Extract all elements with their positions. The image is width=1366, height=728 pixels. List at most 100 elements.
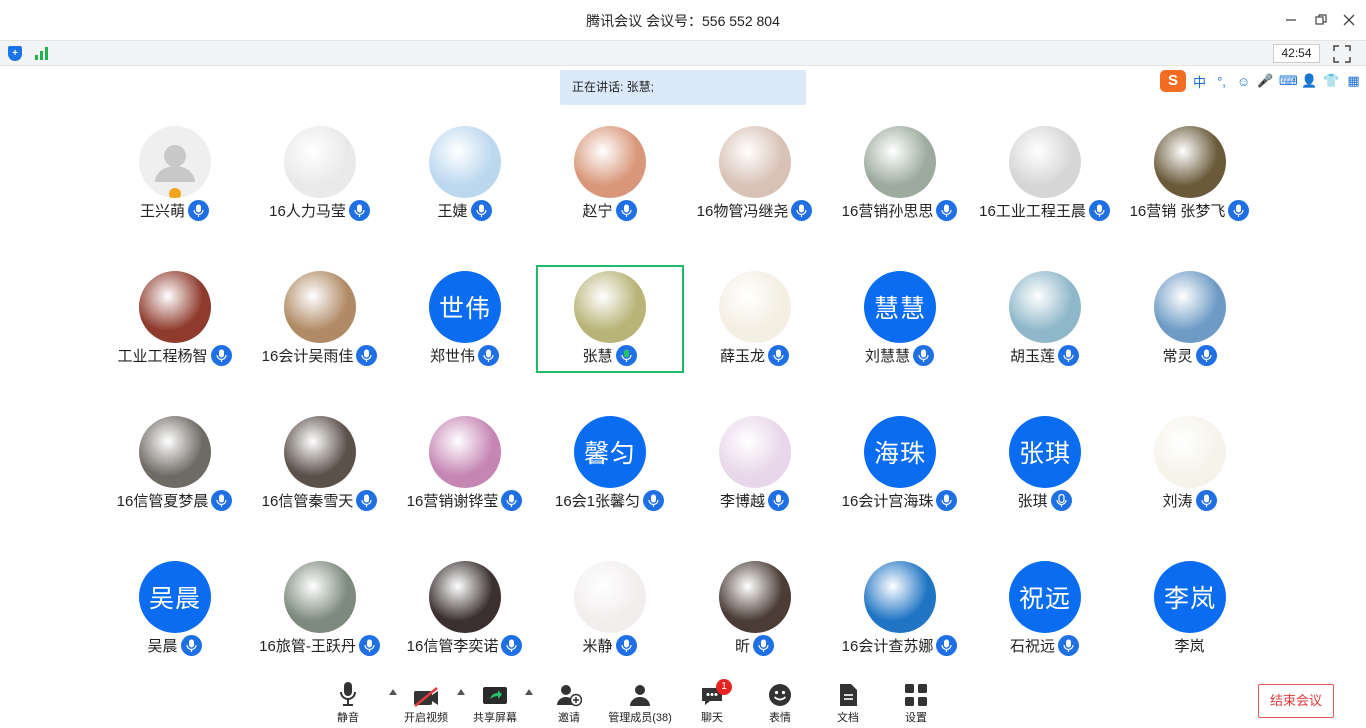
participant-tile[interactable]: 16信管夏梦晨 xyxy=(102,410,247,518)
share-options-caret-icon[interactable] xyxy=(525,689,533,695)
members-icon xyxy=(600,681,680,707)
participant-tile[interactable]: 李岚 李岚 xyxy=(1117,555,1262,663)
window-title: 腾讯会议 会议号：556 552 804 xyxy=(586,13,780,29)
share-screen-label: 共享屏幕 xyxy=(473,712,517,724)
minimize-icon[interactable] xyxy=(1281,10,1301,30)
participant-tile[interactable]: 16营销孙思思 xyxy=(827,120,972,228)
participant-tile[interactable]: 16物管冯继尧 xyxy=(682,120,827,228)
ime-user-icon[interactable]: 👤 xyxy=(1301,73,1318,89)
participant-tile[interactable]: 赵宁 xyxy=(537,120,682,228)
info-bar: + 42:54 xyxy=(0,40,1366,66)
meeting-toolbar: 静音 开启视频 共享屏幕 邀请 管理成员(38) 1 聊天 表情 文档 设置 xyxy=(0,673,1366,728)
participant-tile[interactable]: 米静 xyxy=(537,555,682,663)
network-signal-icon[interactable] xyxy=(35,47,51,60)
participant-name-line: 李博越 xyxy=(682,490,827,511)
participant-name: 16工业工程王晨 xyxy=(979,203,1086,220)
participant-tile[interactable]: 李博越 xyxy=(682,410,827,518)
manage-members-button[interactable]: 管理成员(38) xyxy=(600,681,680,725)
microphone-status-icon xyxy=(1195,345,1217,366)
title-bar: 腾讯会议 会议号：556 552 804 xyxy=(0,0,1366,40)
avatar xyxy=(284,561,356,633)
participant-name: 米静 xyxy=(582,638,613,655)
settings-label: 设置 xyxy=(905,712,927,724)
ime-voice-icon[interactable]: 🎤 xyxy=(1257,73,1274,89)
invite-button[interactable]: 邀请 xyxy=(534,681,604,725)
ime-skin-icon[interactable]: 👕 xyxy=(1323,73,1340,89)
ime-emoji-icon[interactable]: ☺ xyxy=(1235,74,1252,89)
participant-tile[interactable]: 昕 xyxy=(682,555,827,663)
avatar xyxy=(864,126,936,198)
participant-tile[interactable]: 慧慧 刘慧慧 xyxy=(827,265,972,373)
participant-tile[interactable]: 世伟 郑世伟 xyxy=(392,265,537,373)
participant-name: 吴晨 xyxy=(147,638,178,655)
avatar xyxy=(429,416,501,488)
participant-tile[interactable]: 吴晨 吴晨 xyxy=(102,555,247,663)
avatar xyxy=(1154,126,1226,198)
participant-name: 郑世伟 xyxy=(429,348,475,365)
microphone-status-icon xyxy=(1228,200,1250,221)
participant-tile[interactable]: 16会计查苏娜 xyxy=(827,555,972,663)
participant-tile[interactable]: 王婕 xyxy=(392,120,537,228)
default-user-icon xyxy=(155,145,195,198)
participant-tile[interactable]: 常灵 xyxy=(1117,265,1262,373)
sogou-logo[interactable]: S xyxy=(1160,70,1186,92)
avatar xyxy=(1154,271,1226,343)
share-screen-button[interactable]: 共享屏幕 xyxy=(460,681,530,725)
participant-name-line: 16信管夏梦晨 xyxy=(102,490,247,511)
participant-tile[interactable]: 薛玉龙 xyxy=(682,265,827,373)
participant-tile[interactable]: 胡玉莲 xyxy=(972,265,1117,373)
security-shield-icon[interactable]: + xyxy=(8,46,22,61)
mute-label: 静音 xyxy=(337,712,359,724)
participant-name-line: 16人力马莹 xyxy=(247,200,392,221)
avatar xyxy=(1009,271,1081,343)
participant-tile[interactable]: 16营销 张梦飞 xyxy=(1117,120,1262,228)
avatar xyxy=(574,126,646,198)
participant-name: 常灵 xyxy=(1162,348,1193,365)
participant-tile[interactable]: 16营销谢铧莹 xyxy=(392,410,537,518)
participant-tile[interactable]: 刘涛 xyxy=(1117,410,1262,518)
restore-icon[interactable] xyxy=(1311,10,1331,30)
participant-tile[interactable]: 16信管李奕诺 xyxy=(392,555,537,663)
participant-tile[interactable]: 工业工程杨智 xyxy=(102,265,247,373)
ime-chinese-mode-icon[interactable]: 中 xyxy=(1191,72,1208,91)
participant-name-line: 薛玉龙 xyxy=(682,345,827,366)
close-icon[interactable] xyxy=(1339,10,1359,30)
ime-toolbox-icon[interactable]: ▦ xyxy=(1345,73,1362,89)
participant-tile[interactable]: 张琪 张琪 xyxy=(972,410,1117,518)
participant-name: 16旅管-王跃丹 xyxy=(259,638,356,655)
participant-tile[interactable]: 馨匀 16会1张馨匀 xyxy=(537,410,682,518)
fullscreen-icon[interactable] xyxy=(1333,45,1351,63)
participant-tile[interactable]: 16工业工程王晨 xyxy=(972,120,1117,228)
ime-toolbar[interactable]: S 中 °, ☺ 🎤 ⌨ 👤 👕 ▦ xyxy=(1160,70,1366,92)
participant-tile[interactable]: 16信管秦雪天 xyxy=(247,410,392,518)
ime-keyboard-icon[interactable]: ⌨ xyxy=(1279,73,1298,89)
microphone-status-icon xyxy=(348,200,370,221)
participant-name-line: 张琪 xyxy=(972,490,1117,511)
ime-punctuation-icon[interactable]: °, xyxy=(1213,74,1230,89)
microphone-status-icon xyxy=(615,200,637,221)
participant-tile[interactable]: 16人力马莹 xyxy=(247,120,392,228)
participant-tile[interactable]: 海珠 16会计宫海珠 xyxy=(827,410,972,518)
participant-name: 昕 xyxy=(734,638,750,655)
microphone-status-icon xyxy=(188,200,209,221)
participant-tile[interactable]: 16会计吴雨佳 xyxy=(247,265,392,373)
chat-button[interactable]: 1 聊天 xyxy=(677,679,747,725)
participant-tile[interactable]: 王兴萌 xyxy=(102,120,247,228)
settings-button[interactable]: 设置 xyxy=(881,681,951,725)
end-meeting-button[interactable]: 结束会议 xyxy=(1258,684,1334,718)
participant-tile[interactable]: 16旅管-王跃丹 xyxy=(247,555,392,663)
documents-button[interactable]: 文档 xyxy=(813,681,883,725)
microphone-status-icon xyxy=(791,200,813,221)
avatar: 祝远 xyxy=(1009,561,1081,633)
reaction-button[interactable]: 表情 xyxy=(745,681,815,725)
chat-label: 聊天 xyxy=(701,712,723,724)
avatar: 张琪 xyxy=(1009,416,1081,488)
start-video-button[interactable]: 开启视频 xyxy=(391,681,461,725)
participant-name: 李博越 xyxy=(719,493,765,510)
participant-name-line: 16会计吴雨佳 xyxy=(247,345,392,366)
avatar xyxy=(429,126,501,198)
avatar: 馨匀 xyxy=(574,416,646,488)
participant-tile[interactable]: 祝远 石祝远 xyxy=(972,555,1117,663)
microphone-status-icon xyxy=(936,200,958,221)
mute-button[interactable]: 静音 xyxy=(313,681,383,725)
